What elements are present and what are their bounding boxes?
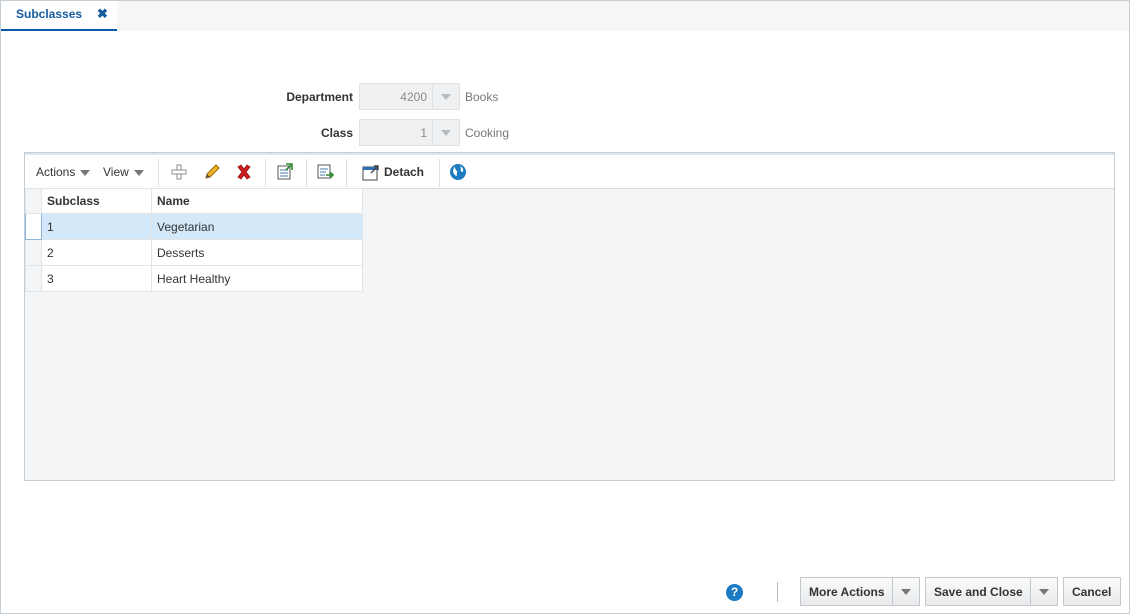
chevron-down-icon[interactable] [892, 578, 919, 605]
edit-icon[interactable] [203, 163, 221, 181]
help-icon[interactable]: ? [726, 584, 743, 601]
chevron-down-icon [432, 120, 459, 145]
chevron-down-icon [432, 84, 459, 109]
actions-menu[interactable]: Actions [36, 165, 91, 179]
cancel-label: Cancel [1072, 585, 1112, 599]
delete-icon[interactable] [235, 163, 253, 181]
globe-icon[interactable] [449, 163, 467, 181]
more-actions-button[interactable]: More Actions [800, 577, 920, 606]
row-header-cell[interactable] [25, 239, 42, 266]
subclass-table: Subclass Name 1 Vegetarian 2 Desserts 3 … [25, 188, 363, 292]
class-description: Cooking [465, 126, 510, 140]
export-icon[interactable] [276, 163, 294, 181]
column-header-name[interactable]: Name [151, 188, 363, 214]
row-header-cell[interactable] [25, 213, 42, 240]
actions-menu-label: Actions [36, 165, 76, 179]
save-and-close-button[interactable]: Save and Close [925, 577, 1058, 606]
department-value: 4200 [400, 90, 427, 104]
department-label: Department [286, 90, 353, 104]
close-tab-icon[interactable]: ✖ [97, 6, 108, 22]
name-cell[interactable]: Heart Healthy [151, 265, 363, 292]
detach-icon [362, 165, 379, 181]
more-actions-label: More Actions [809, 585, 885, 599]
name-cell[interactable]: Desserts [151, 239, 363, 266]
cancel-button[interactable]: Cancel [1063, 577, 1121, 606]
department-description: Books [465, 90, 499, 104]
chevron-down-icon [80, 169, 91, 176]
subclass-table-panel: Actions View Detach Subclass Name 1 Vege… [24, 152, 1115, 481]
chevron-down-icon[interactable] [1030, 578, 1057, 605]
column-header-subclass[interactable]: Subclass [41, 188, 152, 214]
department-field: 4200 [359, 83, 460, 110]
table-row[interactable]: 1 Vegetarian [25, 213, 363, 240]
tab-bar: Subclasses ✖ [1, 1, 1129, 31]
subclass-cell[interactable]: 3 [41, 265, 152, 292]
subclass-cell[interactable]: 1 [41, 213, 152, 240]
add-icon[interactable] [170, 163, 188, 181]
class-field: 1 [359, 119, 460, 146]
save-and-close-label: Save and Close [934, 585, 1023, 599]
view-menu-label: View [103, 165, 129, 179]
row-header-cell [25, 188, 42, 214]
toolbar-divider [346, 159, 347, 187]
row-header-cell[interactable] [25, 265, 42, 292]
chevron-down-icon [133, 169, 144, 176]
table-toolbar: Actions View Detach [25, 153, 1114, 189]
tab-label: Subclasses [16, 7, 83, 21]
view-menu[interactable]: View [103, 165, 144, 179]
subclass-cell[interactable]: 2 [41, 239, 152, 266]
class-label: Class [320, 126, 353, 140]
toolbar-divider [265, 159, 266, 187]
table-row[interactable]: 3 Heart Healthy [25, 265, 363, 292]
toolbar-divider [439, 159, 440, 187]
name-cell[interactable]: Vegetarian [151, 213, 363, 240]
tab-subclasses[interactable]: Subclasses ✖ [1, 1, 117, 31]
table-row[interactable]: 2 Desserts [25, 239, 363, 266]
detach-label: Detach [384, 165, 425, 179]
table-header-row: Subclass Name [25, 188, 363, 214]
footer-divider [777, 582, 778, 602]
import-icon[interactable] [316, 163, 334, 181]
toolbar-divider [158, 159, 159, 187]
class-value: 1 [420, 126, 427, 140]
toolbar-divider [306, 159, 307, 187]
